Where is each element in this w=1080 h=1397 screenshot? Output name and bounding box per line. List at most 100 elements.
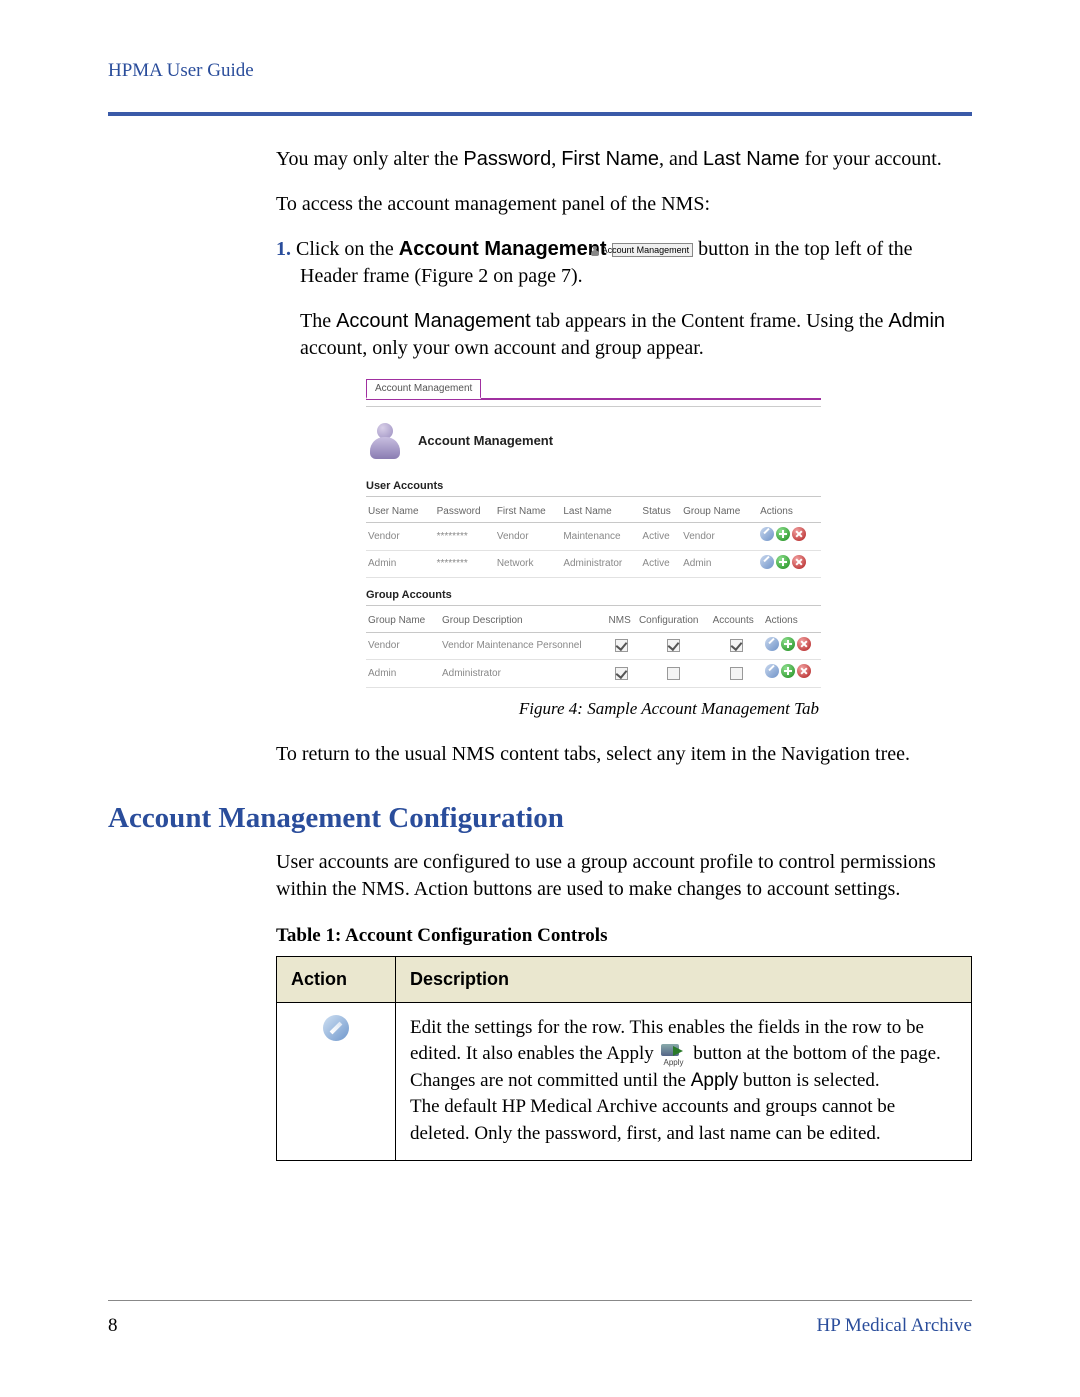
col-lastname: Last Name (561, 501, 640, 523)
apply-label: Apply (659, 1057, 689, 1068)
cell (607, 660, 637, 688)
panel-title: Account Management (418, 432, 553, 450)
col-actions: Actions (763, 610, 821, 632)
lastname-label: Last Name (703, 148, 800, 170)
checkbox-icon (615, 667, 628, 680)
add-icon (781, 637, 795, 651)
figure-4: Account Management Account Management Us… (366, 380, 972, 721)
col-password: Password (435, 501, 495, 523)
delete-icon (792, 527, 806, 541)
text: The (300, 310, 336, 332)
group-accounts-table: Group Name Group Description NMS Configu… (366, 610, 821, 688)
edit-icon (765, 637, 779, 651)
edit-icon (323, 1015, 349, 1041)
cell: Admin (366, 660, 440, 688)
password-label: Password (463, 148, 551, 170)
intro-paragraph-2: To access the account management panel o… (276, 191, 972, 218)
delete-icon (797, 664, 811, 678)
edit-icon (765, 664, 779, 678)
section-heading: Account Management Configuration (108, 802, 972, 835)
actions-cell (763, 660, 821, 688)
admin-label: Admin (888, 310, 945, 332)
step-number: 1. (276, 238, 291, 260)
figure-caption: Figure 4: Sample Account Management Tab (366, 698, 972, 721)
action-cell (277, 1002, 396, 1160)
checkbox-icon (667, 639, 680, 652)
checkbox-icon (615, 639, 628, 652)
cell: Admin (366, 550, 435, 578)
cell: Vendor (366, 523, 435, 551)
edit-icon (760, 527, 774, 541)
cell (637, 632, 711, 660)
text: , (551, 148, 561, 170)
cell: Vendor (681, 523, 758, 551)
cell: Active (640, 550, 681, 578)
cell: Vendor Maintenance Personnel (440, 632, 607, 660)
running-header: HPMA User Guide (108, 60, 972, 82)
cell: ******** (435, 523, 495, 551)
text: tab appears in the Content frame. Using … (531, 310, 889, 332)
cell (711, 660, 763, 688)
footer-rule (108, 1300, 972, 1301)
apply-inline-icon: Apply (659, 1044, 689, 1066)
cell: Administrator (561, 550, 640, 578)
text: button is selected. (738, 1070, 879, 1091)
group-accounts-heading: Group Accounts (366, 588, 821, 606)
col-groupname: Group Name (366, 610, 440, 632)
add-icon (776, 555, 790, 569)
cell: Active (640, 523, 681, 551)
user-icon (366, 421, 404, 461)
checkbox-icon (667, 667, 680, 680)
add-icon (781, 664, 795, 678)
controls-table: Action Description Edit the settings for… (276, 956, 972, 1160)
table-caption: Table 1: Account Configuration Controls (276, 923, 972, 949)
user-accounts-table: User Name Password First Name Last Name … (366, 501, 821, 579)
delete-icon (797, 637, 811, 651)
col-groupname: Group Name (681, 501, 758, 523)
cell: Network (495, 550, 562, 578)
edit-icon (760, 555, 774, 569)
table-row: Vendor ******** Vendor Maintenance Activ… (366, 523, 821, 551)
text: You may only alter the (276, 148, 463, 170)
firstname-label: First Name (561, 148, 659, 170)
col-groupdesc: Group Description (440, 610, 607, 632)
col-action: Action (277, 957, 396, 1002)
text: Click on the (296, 238, 399, 260)
apply-word: Apply (691, 1070, 739, 1091)
am-tab: Account Management (366, 379, 481, 400)
cell: Vendor (366, 632, 440, 660)
section-body: User accounts are configured to use a gr… (276, 849, 972, 903)
page-number: 8 (108, 1315, 118, 1337)
cell: Administrator (440, 660, 607, 688)
cell: Admin (681, 550, 758, 578)
button-label: Account Management (602, 245, 690, 255)
col-config: Configuration (637, 610, 711, 632)
col-nms: NMS (607, 610, 637, 632)
table-row: Vendor Vendor Maintenance Personnel (366, 632, 821, 660)
col-actions: Actions (758, 501, 821, 523)
table-row: Admin ******** Network Administrator Act… (366, 550, 821, 578)
description-cell: Edit the settings for the row. This enab… (396, 1002, 972, 1160)
col-accounts: Accounts (711, 610, 763, 632)
text: for your account. (800, 148, 942, 170)
user-icon (590, 246, 600, 256)
actions-cell (763, 632, 821, 660)
step-1: 1. Click on the Account Management Accou… (300, 236, 972, 362)
actions-cell (758, 550, 821, 578)
intro-paragraph-1: You may only alter the Password, First N… (276, 146, 972, 173)
col-status: Status (640, 501, 681, 523)
cell: Vendor (495, 523, 562, 551)
cell: Maintenance (561, 523, 640, 551)
table-row: Edit the settings for the row. This enab… (277, 1002, 972, 1160)
text: account, only your own account and group… (300, 337, 704, 359)
checkbox-icon (730, 667, 743, 680)
add-icon (776, 527, 790, 541)
header-rule (108, 112, 972, 116)
account-management-inline-button: Account Management (612, 243, 694, 257)
text: , and (659, 148, 703, 170)
user-accounts-heading: User Accounts (366, 479, 821, 497)
delete-icon (792, 555, 806, 569)
cell (711, 632, 763, 660)
cell (607, 632, 637, 660)
account-management-bold: Account Management (399, 238, 607, 260)
